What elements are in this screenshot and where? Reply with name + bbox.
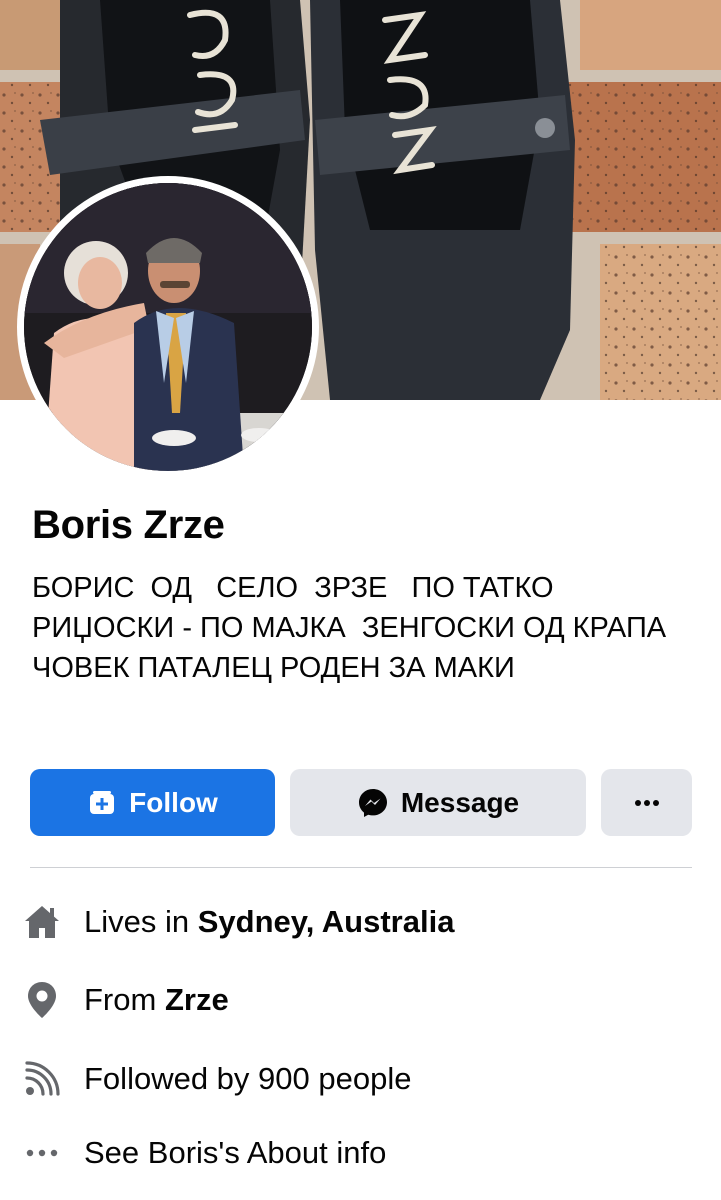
message-button[interactable]: Message <box>290 769 586 836</box>
section-divider <box>30 867 692 868</box>
intro-from: From Zrze <box>22 978 229 1022</box>
message-label: Message <box>400 786 520 818</box>
profile-picture-image <box>24 183 312 471</box>
followers-text: Followed by 900 people <box>84 1061 412 1096</box>
profile-picture-frame <box>17 176 319 478</box>
follow-label: Follow <box>129 786 218 818</box>
lives-in-prefix: Lives in <box>84 904 198 939</box>
ellipsis-icon <box>22 1133 62 1173</box>
lives-in-link[interactable]: Sydney, Australia <box>198 904 455 939</box>
intro-lives-in: Lives in Sydney, Australia <box>22 900 454 944</box>
rss-feed-icon <box>22 1059 62 1099</box>
more-options-button[interactable] <box>601 769 692 836</box>
profile-bio: БОРИС ОД СЕЛО ЗРЗЕ ПО ТАТКО РИЏОСКИ - ПО… <box>32 572 675 684</box>
follow-icon <box>87 789 117 817</box>
intro-see-about[interactable]: See Boris's About info <box>22 1131 386 1175</box>
see-about-link[interactable]: See Boris's About info <box>84 1135 386 1171</box>
from-prefix: From <box>84 982 165 1017</box>
ellipsis-icon <box>634 799 660 807</box>
profile-picture[interactable] <box>24 183 312 471</box>
home-icon <box>22 902 62 942</box>
intro-followers: Followed by 900 people <box>22 1057 411 1101</box>
location-pin-icon <box>22 980 62 1020</box>
follow-button[interactable]: Follow <box>30 769 275 836</box>
messenger-icon <box>357 787 389 819</box>
from-link[interactable]: Zrze <box>165 982 229 1017</box>
profile-name: Boris Zrze <box>32 503 225 547</box>
